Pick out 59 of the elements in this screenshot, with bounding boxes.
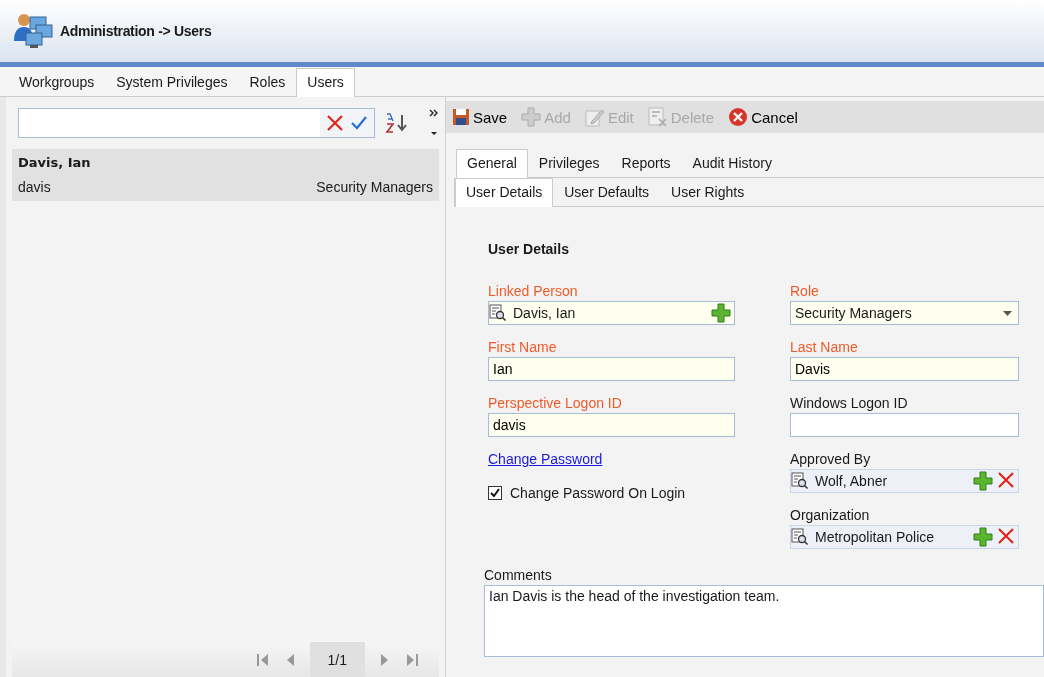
text-field[interactable]: Ian (488, 357, 735, 381)
lookup-field[interactable]: Davis, Ian (488, 301, 735, 325)
search-field[interactable] (18, 108, 375, 138)
tab[interactable]: User Defaults (553, 178, 661, 206)
dropdown-arrow-icon (1003, 310, 1012, 316)
field-label: Linked Person (488, 283, 579, 299)
add-icon[interactable] (711, 303, 731, 323)
field-label: Comments (484, 567, 553, 583)
tab[interactable]: System Privileges (105, 68, 239, 96)
field-label: Role (790, 283, 820, 299)
list-item[interactable]: Davis, Ian davis Security Managers (12, 149, 439, 201)
cancel-icon (728, 107, 749, 127)
delete-list-icon (647, 107, 668, 127)
tab[interactable]: General (456, 149, 528, 178)
tab[interactable]: Roles (238, 68, 297, 96)
lookup-icon[interactable] (791, 472, 809, 490)
tab[interactable]: Reports (610, 149, 682, 177)
field-label: First Name (488, 339, 558, 355)
lookup-field[interactable]: Wolf, Abner (790, 469, 1019, 493)
checkmark-icon[interactable] (350, 114, 368, 132)
remove-icon[interactable] (997, 471, 1015, 489)
toolbar-button[interactable]: Save (450, 106, 510, 128)
tab[interactable]: Audit History (681, 149, 783, 177)
field-label: Perspective Logon ID (488, 395, 623, 411)
plus-icon (521, 107, 542, 127)
add-icon[interactable] (973, 471, 993, 491)
last-page-icon[interactable] (405, 652, 419, 667)
remove-icon[interactable] (997, 527, 1015, 545)
text-field[interactable]: davis (488, 413, 735, 437)
text-field[interactable]: Davis (790, 357, 1019, 381)
checkbox-label: Change Password On Login (510, 485, 686, 501)
dropdown-field[interactable]: Security Managers (790, 301, 1019, 325)
lookup-field[interactable]: Metropolitan Police (790, 525, 1019, 549)
tab[interactable]: Privileges (527, 149, 611, 177)
tab[interactable]: Users (296, 68, 355, 97)
tab[interactable]: User Details (455, 178, 554, 207)
toolbar-button[interactable]: Cancel (726, 105, 800, 129)
field-label: Approved By (790, 451, 872, 467)
tab[interactable]: User Rights (660, 178, 756, 206)
first-page-icon[interactable] (255, 652, 270, 667)
pencil-icon (584, 107, 605, 127)
lookup-icon[interactable] (489, 304, 507, 322)
page-indicator: 1/1 (309, 641, 365, 677)
change-password-link[interactable]: Change Password (488, 451, 603, 467)
comments-field[interactable]: Ian Davis is the head of the investigation team. (484, 585, 1044, 657)
tab[interactable]: Workgroups (8, 68, 106, 96)
lookup-icon[interactable] (791, 528, 809, 546)
section-title: User Details (488, 241, 570, 257)
window-title: Administration -> Users (60, 23, 212, 39)
field-label: Organization (790, 507, 871, 523)
clear-icon[interactable] (326, 114, 344, 132)
add-icon[interactable] (973, 527, 993, 547)
field-label: Last Name (790, 339, 859, 355)
checkbox[interactable] (488, 486, 502, 500)
users-computers-icon (12, 11, 54, 51)
sort-icon[interactable] (385, 112, 409, 134)
text-field[interactable] (790, 413, 1019, 437)
overflow-chevron-icon[interactable] (429, 108, 439, 138)
field-label: Windows Logon ID (790, 395, 909, 411)
